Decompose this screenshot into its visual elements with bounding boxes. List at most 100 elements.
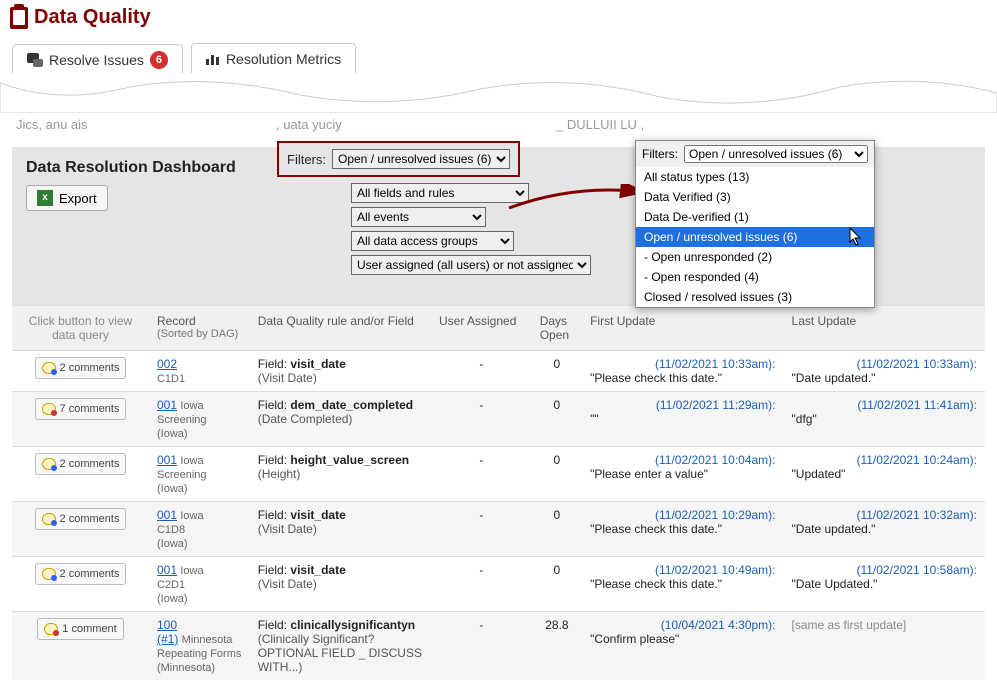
resolution-table: Click button to view data query Record(S… [12, 305, 985, 680]
record-link[interactable]: 001 [157, 398, 177, 412]
record-arm: Iowa [180, 510, 203, 522]
dag-filter[interactable]: All data access groups [351, 231, 514, 251]
comment-count: 2 comments [60, 458, 120, 470]
fields-rules-filter[interactable]: All fields and rules [351, 183, 529, 203]
th-last-update: Last Update [784, 306, 985, 351]
th-actions: Click button to view data query [12, 306, 149, 351]
page-title-text: Data Quality [34, 6, 151, 29]
last-update-time: (11/02/2021 10:24am): [856, 453, 977, 467]
record-arm: Iowa [180, 565, 203, 577]
record-link[interactable]: 001 [157, 563, 177, 577]
field-prefix: Field: [258, 563, 291, 577]
first-update-msg: "Please check this date." [590, 371, 775, 385]
fragment-mid: , uata yuciy [276, 117, 342, 132]
first-update-msg: "Please check this date." [590, 577, 775, 591]
tab-resolution-metrics[interactable]: Resolution Metrics [191, 43, 356, 74]
record-link[interactable]: 001 [157, 508, 177, 522]
field-label-paren: (Visit Date) [258, 577, 317, 591]
user-assigned-filter[interactable]: User assigned (all users) or not assigne… [351, 255, 591, 275]
tab-label: Resolution Metrics [226, 51, 341, 67]
dashboard-title: Data Resolution Dashboard [26, 159, 291, 177]
field-prefix: Field: [258, 508, 291, 522]
record-event: C1D1 [157, 373, 185, 385]
popup-option-open-unresolved[interactable]: Open / unresolved issues (6) [636, 227, 874, 247]
last-update-time: (11/02/2021 11:41am): [857, 398, 977, 412]
user-assigned-cell: - [431, 557, 532, 612]
popup-option-data-deverified[interactable]: Data De-verified (1) [636, 207, 874, 227]
record-dag: (Iowa) [157, 538, 188, 550]
popup-filter-select[interactable]: Open / unresolved issues (6) [684, 145, 868, 163]
view-query-button[interactable]: 2 comments [35, 357, 127, 379]
comment-bubble-icon [44, 623, 58, 635]
first-update-time: (10/04/2021 4:30pm): [661, 618, 776, 632]
record-dag: (Minnesota) [157, 662, 215, 674]
popup-option-all-status[interactable]: All status types (13) [636, 167, 874, 187]
view-query-button[interactable]: 7 comments [35, 398, 127, 420]
popup-options-list: All status types (13) Data Verified (3) … [636, 167, 874, 307]
filter-dropdown-popup: Filters: Open / unresolved issues (6) Al… [635, 140, 875, 308]
view-query-button[interactable]: 1 comment [37, 618, 123, 640]
field-label-paren: (Clinically Significant? OPTIONAL FIELD … [258, 632, 422, 674]
last-update-time: (11/02/2021 10:32am): [856, 508, 977, 522]
record-link[interactable]: 100 [157, 618, 177, 632]
field-prefix: Field: [258, 618, 291, 632]
fragment-right: _ DULLUII LU , [556, 117, 644, 132]
tab-resolve-issues[interactable]: Resolve Issues 6 [12, 44, 183, 75]
filter-highlight-box: Filters: Open / unresolved issues (6) [277, 141, 520, 177]
record-event: C2D1 [157, 579, 185, 591]
first-update-time: (11/02/2021 10:29am): [655, 508, 776, 522]
record-arm: Iowa [180, 400, 203, 412]
comment-count: 7 comments [60, 403, 120, 415]
issues-count-badge: 6 [150, 51, 168, 69]
first-update-time: (11/02/2021 10:04am): [655, 453, 776, 467]
field-label-paren: (Visit Date) [258, 371, 317, 385]
field-name: visit_date [290, 563, 345, 577]
table-row: 2 comments001 IowaScreening(Iowa)Field: … [12, 447, 985, 502]
main-status-filter[interactable]: Open / unresolved issues (6) [332, 149, 510, 169]
th-days-open: Days Open [532, 306, 582, 351]
last-update-time: (11/02/2021 10:33am): [856, 357, 977, 371]
fragment-text-row: Jics, anu ais , uata yuciy _ DULLUII LU … [0, 117, 997, 137]
comment-count: 2 comments [60, 568, 120, 580]
events-filter[interactable]: All events [351, 207, 486, 227]
days-open-cell: 0 [532, 447, 582, 502]
record-arm: Minnesota [182, 634, 233, 646]
table-row: 1 comment100(#1) MinnesotaRepeating Form… [12, 612, 985, 680]
record-event: Screening [157, 414, 207, 426]
record-link[interactable]: 002 [157, 357, 177, 371]
days-open-cell: 0 [532, 392, 582, 447]
field-prefix: Field: [258, 357, 291, 371]
fragment-left: Jics, anu ais [16, 117, 88, 132]
export-button[interactable]: x Export [26, 185, 108, 211]
record-link[interactable]: 001 [157, 453, 177, 467]
popup-option-open-responded[interactable]: - Open responded (4) [636, 267, 874, 287]
last-update-msg: "Date updated." [792, 371, 977, 385]
field-prefix: Field: [258, 398, 291, 412]
table-row: 7 comments001 IowaScreening(Iowa)Field: … [12, 392, 985, 447]
record-event: Screening [157, 469, 207, 481]
record-arm: Iowa [180, 455, 203, 467]
view-query-button[interactable]: 2 comments [35, 508, 127, 530]
comment-bubble-icon [42, 513, 56, 525]
first-update-msg: "" [590, 412, 775, 426]
comment-bubble-icon [42, 458, 56, 470]
first-update-time: (11/02/2021 10:33am): [655, 357, 776, 371]
comment-bubble-icon [42, 403, 56, 415]
filters-label: Filters: [287, 152, 326, 167]
record-instance-link[interactable]: (#1) [157, 632, 178, 646]
th-record: Record(Sorted by DAG) [149, 306, 250, 351]
comment-count: 1 comment [62, 623, 116, 635]
popup-option-data-verified[interactable]: Data Verified (3) [636, 187, 874, 207]
user-assigned-cell: - [431, 447, 532, 502]
popup-option-open-unresponded[interactable]: - Open unresponded (2) [636, 247, 874, 267]
popup-option-closed-resolved[interactable]: Closed / resolved issues (3) [636, 287, 874, 307]
field-prefix: Field: [258, 453, 291, 467]
record-dag: (Iowa) [157, 483, 188, 495]
last-update-msg: "dfg" [792, 412, 977, 426]
view-query-button[interactable]: 2 comments [35, 453, 127, 475]
field-label-paren: (Height) [258, 467, 301, 481]
view-query-button[interactable]: 2 comments [35, 563, 127, 585]
last-update-same: [same as first update] [792, 618, 977, 632]
days-open-cell: 0 [532, 351, 582, 392]
record-event: C1D8 [157, 524, 185, 536]
